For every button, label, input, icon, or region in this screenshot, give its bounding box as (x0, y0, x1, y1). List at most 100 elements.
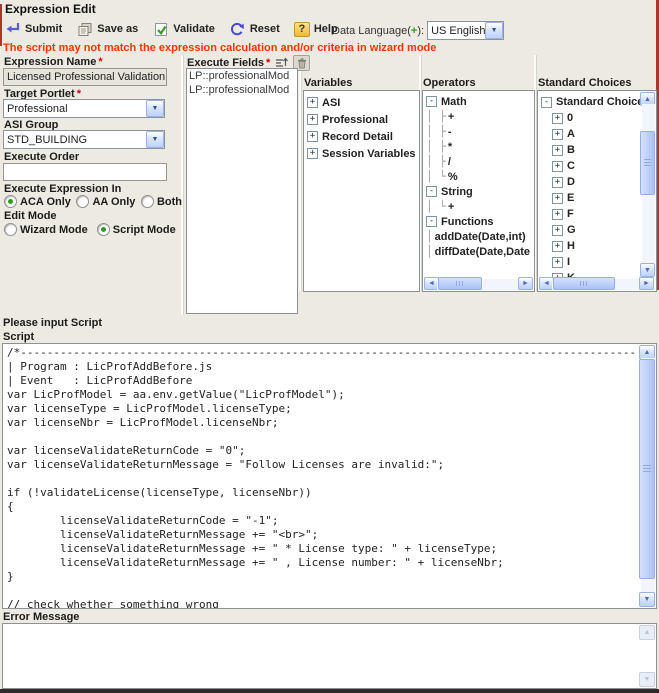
tree-node-label[interactable]: A (567, 128, 575, 140)
tree-node-label[interactable]: Standard Choices (556, 96, 640, 108)
expand-icon[interactable]: + (552, 225, 563, 236)
tree-node[interactable]: │ ├/ (426, 154, 533, 169)
expand-icon[interactable]: + (307, 131, 318, 142)
error-message-textarea[interactable]: ▲ ▼ (2, 623, 657, 689)
validate-button[interactable]: Validate (152, 21, 215, 37)
tree-node[interactable]: +B (541, 142, 639, 158)
scroll-down-button[interactable]: ▼ (639, 592, 655, 607)
chevron-down-icon[interactable]: ▼ (146, 131, 164, 148)
execute-order-field[interactable] (3, 163, 167, 181)
tree-node[interactable]: │diffDate(Date,Date (426, 244, 533, 259)
scroll-thumb[interactable] (640, 131, 655, 195)
expand-icon[interactable]: + (307, 148, 318, 159)
tree-node-label[interactable]: + (448, 201, 454, 213)
submit-button[interactable]: Submit (4, 21, 62, 37)
expand-icon[interactable]: + (552, 113, 563, 124)
tree-node[interactable]: +A (541, 126, 639, 142)
tree-node[interactable]: +E (541, 190, 639, 206)
tree-node-label[interactable]: Record Detail (322, 131, 393, 143)
expand-icon[interactable]: + (307, 114, 318, 125)
radio-unselected-icon[interactable] (141, 195, 154, 208)
scroll-thumb[interactable] (553, 277, 615, 290)
radio-option[interactable]: Script Mode (97, 223, 176, 236)
data-language-select[interactable]: US English ▼ (427, 21, 504, 40)
tree-node[interactable]: +I (541, 254, 639, 270)
script-code[interactable]: /*--------------------------------------… (3, 344, 640, 608)
reset-button[interactable]: Reset (229, 21, 280, 37)
collapse-icon[interactable]: - (426, 186, 437, 197)
tree-node-label[interactable]: Functions (441, 216, 494, 228)
list-item[interactable]: LP::professionalMod (187, 69, 297, 83)
tree-node-label[interactable]: / (448, 156, 451, 168)
tree-node[interactable]: -Standard Choices (541, 94, 639, 110)
radio-unselected-icon[interactable] (76, 195, 89, 208)
tree-node-label[interactable]: H (567, 240, 575, 252)
scroll-right-button[interactable]: ► (518, 277, 533, 290)
tree-node[interactable]: + Record Detail (307, 128, 418, 145)
scroll-thumb[interactable] (438, 277, 482, 290)
tree-node[interactable]: +C (541, 158, 639, 174)
expand-icon[interactable]: + (552, 161, 563, 172)
tree-node[interactable]: +F (541, 206, 639, 222)
tree-node-label[interactable]: - (448, 126, 452, 138)
expand-icon[interactable]: + (552, 209, 563, 220)
target-portlet-select[interactable]: Professional ▼ (3, 99, 165, 118)
tree-node[interactable]: +H (541, 238, 639, 254)
asi-group-select[interactable]: STD_BUILDING ▼ (3, 130, 165, 149)
radio-option[interactable]: Wizard Mode (4, 223, 88, 236)
tree-node-label[interactable]: I (567, 256, 570, 268)
radio-option[interactable]: Both (141, 195, 182, 208)
tree-node[interactable]: +0 (541, 110, 639, 126)
tree-node[interactable]: │ └+ (426, 199, 533, 214)
collapse-icon[interactable]: - (426, 96, 437, 107)
tree-node-label[interactable]: C (567, 160, 575, 172)
tree-node-label[interactable]: ASI (322, 97, 340, 109)
tree-node[interactable]: +Professional (307, 111, 418, 128)
radio-selected-icon[interactable] (97, 223, 110, 236)
scroll-thumb[interactable] (639, 359, 655, 579)
tree-node-label[interactable]: * (448, 141, 452, 153)
tree-node-label[interactable]: F (567, 208, 574, 220)
expand-icon[interactable]: + (552, 193, 563, 204)
tree-node[interactable]: + ASI (307, 94, 418, 111)
collapse-icon[interactable]: - (541, 97, 552, 108)
expression-name-field[interactable]: Licensed Professional Validation (3, 68, 167, 86)
expand-icon[interactable]: + (552, 177, 563, 188)
scroll-down-button[interactable]: ▼ (640, 263, 655, 277)
tree-node[interactable]: -Math (426, 94, 533, 109)
tree-node-label[interactable]: diffDate(Date,Date (435, 246, 530, 258)
scroll-down-button[interactable]: ▼ (639, 672, 655, 687)
expand-icon[interactable]: + (552, 145, 563, 156)
tree-node-label[interactable]: % (448, 171, 458, 183)
save-as-button[interactable]: Save as (76, 21, 138, 37)
tree-node[interactable]: │ ├- (426, 124, 533, 139)
operators-tree[interactable]: -Math│ ├+│ ├-│ ├*│ ├/│ └%-String│ └+-Fun… (422, 90, 535, 292)
tree-node-label[interactable]: B (567, 144, 575, 156)
expand-icon[interactable]: + (552, 241, 563, 252)
tree-node-label[interactable]: E (567, 192, 574, 204)
tree-node[interactable]: -Functions (426, 214, 533, 229)
chevron-down-icon[interactable]: ▼ (146, 100, 164, 117)
scroll-right-button[interactable]: ► (639, 277, 654, 290)
tree-node[interactable]: + Session Variables (307, 145, 418, 162)
tree-node-label[interactable]: addDate(Date,int) (435, 231, 526, 243)
collapse-icon[interactable]: - (426, 216, 437, 227)
execute-fields-listbox[interactable]: LP::professionalModLP::professionalMod (186, 68, 298, 314)
expand-icon[interactable]: + (552, 129, 563, 140)
tree-node[interactable]: +D (541, 174, 639, 190)
list-item[interactable]: LP::professionalMod (187, 83, 297, 97)
expand-icon[interactable]: + (552, 257, 563, 268)
tree-node[interactable]: │addDate(Date,int) (426, 229, 533, 244)
chevron-down-icon[interactable]: ▼ (485, 22, 503, 39)
tree-node-label[interactable]: Session Variables (322, 148, 416, 160)
tree-node[interactable]: │ ├* (426, 139, 533, 154)
tree-node-label[interactable]: 0 (567, 112, 573, 124)
expand-icon[interactable]: + (307, 97, 318, 108)
radio-selected-icon[interactable] (4, 195, 17, 208)
tree-node-label[interactable]: + (448, 111, 454, 123)
scroll-up-button[interactable]: ▲ (639, 625, 655, 640)
script-textarea[interactable]: /*--------------------------------------… (2, 343, 657, 609)
tree-node[interactable]: │ └% (426, 169, 533, 184)
variables-tree[interactable]: +ASI+Professional+Record Detail+Session … (303, 90, 420, 292)
tree-node-label[interactable]: String (441, 186, 473, 198)
